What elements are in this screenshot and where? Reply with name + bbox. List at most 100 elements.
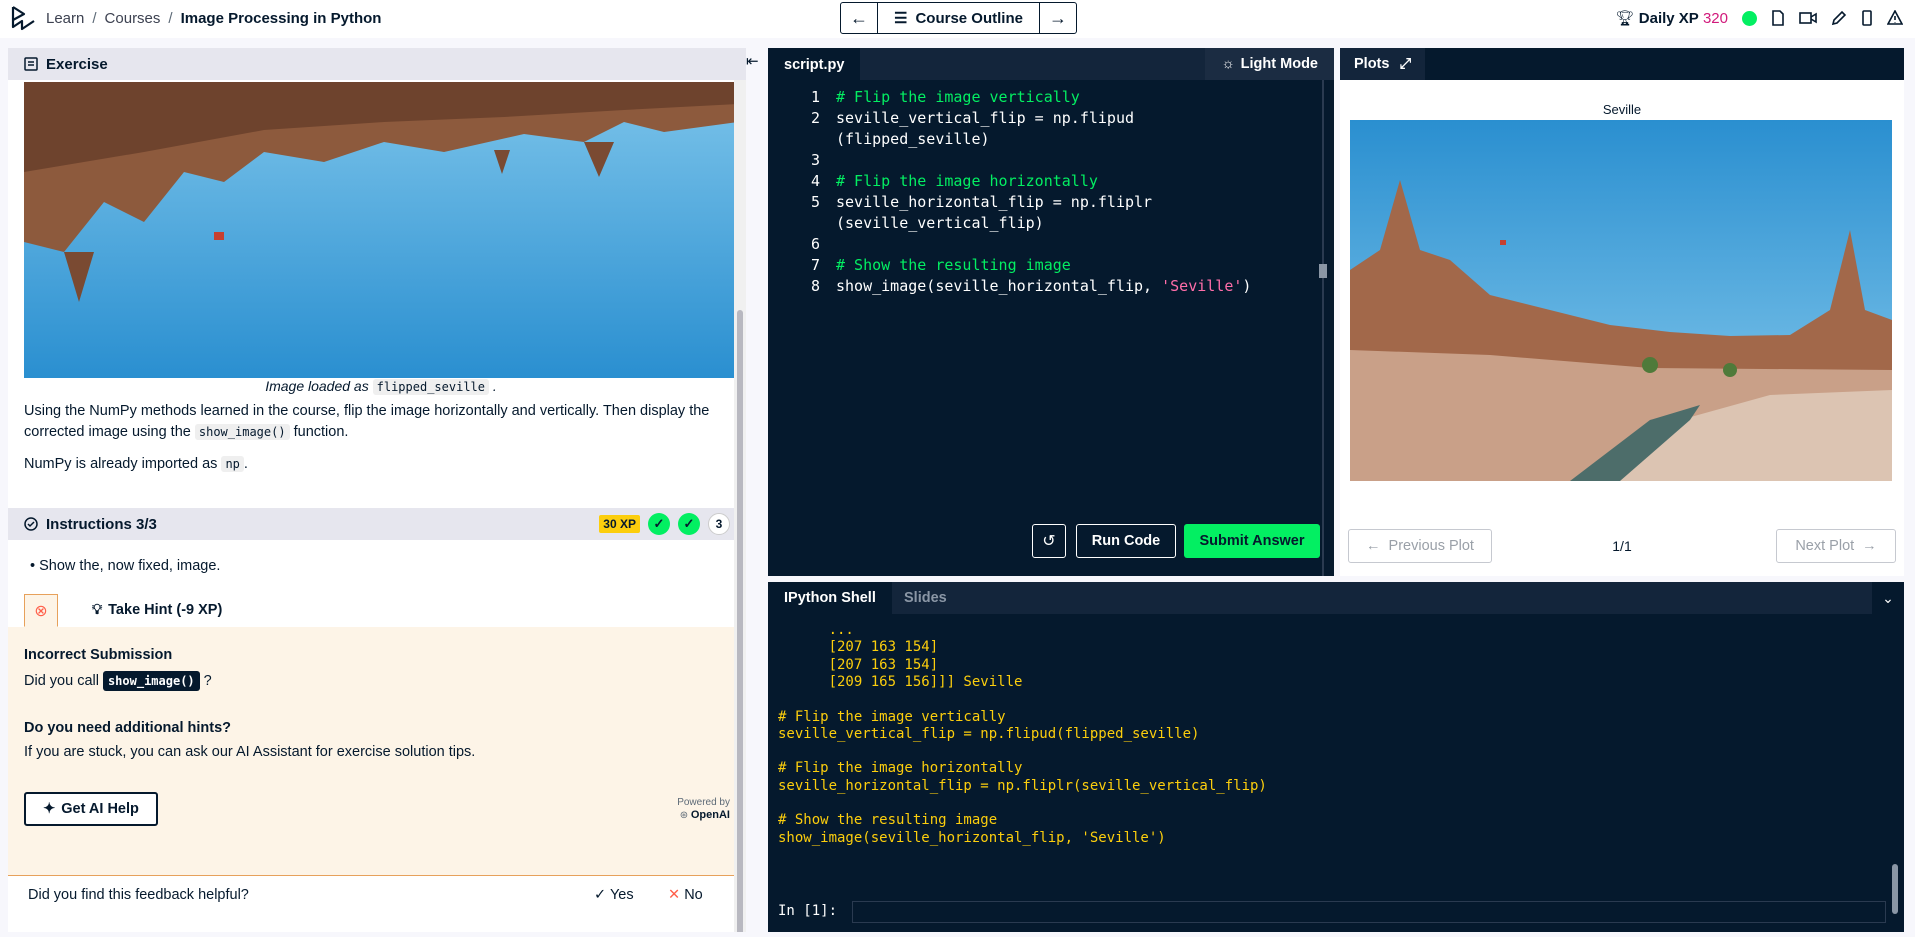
reset-icon: ↺ [1042,533,1056,550]
code-line[interactable]: 1 # Flip the image vertically [768,88,1080,109]
code-line[interactable]: 7 # Show the resulting image [768,256,1071,277]
tab-plots[interactable]: Plots ⤢ [1340,48,1426,80]
check-icon: ✓ [594,887,607,903]
string-literal: 'Seville' [1161,277,1243,295]
expand-icon[interactable]: ⤢ [1399,56,1411,72]
mobile-icon[interactable] [1861,10,1873,26]
shell-line: seville_horizontal_flip = np.fliplr(sevi… [778,777,1267,794]
code-line[interactable]: 4 # Flip the image horizontally [768,172,1098,193]
breadcrumb-current[interactable]: Image Processing in Python [181,10,382,27]
powered-by-openai: Powered by ⊛ OpenAI [677,797,730,821]
streak-dot-icon [1742,10,1757,26]
feedback-no-button[interactable]: ✕ No [668,887,703,903]
pencil-icon[interactable] [1831,10,1847,26]
line-number: 8 [810,277,820,295]
code-text: # Flip the image vertically [836,88,1080,106]
code-text: (flipped_seville) [836,130,990,148]
editor-tabs: script.py ☼ Light Mode [768,48,1334,80]
take-hint-tab[interactable]: 💡︎ Take Hint (-9 XP) [92,602,222,618]
editor-scrollbar[interactable] [1319,80,1327,576]
shell-input[interactable] [852,901,1886,923]
feedback-box: Incorrect Submission Did you call show_i… [8,627,746,876]
plot-title: Seville [1602,102,1642,117]
next-exercise-button[interactable]: → [1040,3,1076,33]
datacamp-logo-icon[interactable] [10,5,36,33]
course-outline-button[interactable]: ☰ Course Outline [877,3,1040,33]
code-line[interactable]: 5 seville_horizontal_flip = np.fliplr [768,193,1152,214]
code-line[interactable]: 2 seville_vertical_flip = np.flipud [768,109,1134,130]
warning-icon[interactable] [1887,10,1903,26]
code-line[interactable]: 6 [768,235,836,256]
line-number: 5 [810,193,820,211]
get-ai-help-button[interactable]: ✦ Get AI Help [24,792,158,826]
ipython-shell: IPython Shell Slides ⌄ ... [207 163 154]… [768,582,1904,932]
code-editor: script.py ☼ Light Mode 1 # Flip the image… [768,48,1334,576]
feedback-question: Did you call show_image() ? [24,671,212,691]
chevron-down-icon[interactable]: ⌄ [1872,582,1904,614]
shell-line: # Flip the image vertically [778,708,1006,725]
shell-line: [207 163 154] [778,656,939,673]
light-mode-toggle[interactable]: ☼ Light Mode [1205,48,1334,80]
code-text: show_image(seville_horizontal_flip, 'Sev… [836,277,1252,295]
code-text: seville_vertical_flip = np.flipud [836,109,1135,127]
submit-answer-button[interactable]: Submit Answer [1184,524,1320,558]
np-code: np [221,456,244,472]
check-circle-icon [24,517,38,531]
feedback-code: show_image() [102,671,200,691]
instruction-item: • Show the, now fixed, image. [30,558,221,574]
shell-line: ... [778,622,854,638]
daily-xp[interactable]: 🏆︎ Daily XP 320 [1616,9,1728,27]
helpful-question: Did you find this feedback helpful? [28,887,249,903]
code-line[interactable]: 8 show_image(seville_horizontal_flip, 'Se… [768,277,1251,298]
line-number: 1 [810,88,820,106]
feedback-title: Incorrect Submission [24,647,173,663]
incorrect-tab-icon[interactable]: ⊗ [24,594,58,627]
shell-line: [209 165 156]]] Seville [778,673,1023,690]
tab-script-py[interactable]: script.py [768,48,861,80]
arrow-left-icon: ← [850,7,868,28]
exercise-scrollbar[interactable] [734,80,746,932]
next-plot-button[interactable]: Next Plot → [1776,529,1896,563]
run-code-button[interactable]: Run Code [1076,524,1176,558]
scrollbar-thumb[interactable] [737,310,743,932]
flipped-seville-image [24,82,738,378]
lightbulb-icon: 💡︎ [92,602,103,618]
feedback-yes-button[interactable]: ✓ Yes [594,887,634,903]
shell-scrollbar[interactable] [1890,618,1900,918]
menu-icon: ☰ [894,10,908,27]
video-icon[interactable] [1799,11,1817,25]
reset-button[interactable]: ↺ [1032,524,1066,558]
step-2-complete-icon[interactable]: ✓ [678,513,700,535]
collapse-panel-icon[interactable]: ⇤ [746,52,759,70]
image-caption: Image loaded as flipped_seville . [265,378,497,395]
sparkle-icon: ✦ [43,801,56,817]
line-number: 7 [810,256,820,274]
show-image-code: show_image() [194,424,290,440]
close-icon: ✕ [668,887,681,903]
instructions-header[interactable]: Instructions 3/3 30 XP ✓ ✓ 3 [8,508,746,540]
top-bar: Learn / Courses / Image Processing in Python… [0,0,1915,38]
line-number: 2 [810,109,820,127]
step-3-indicator[interactable]: 3 [708,513,730,535]
document-icon[interactable] [1771,10,1785,26]
code-line[interactable]: (seville_vertical_flip) [768,214,1044,235]
top-right-tools: 🏆︎ Daily XP 320 [1616,9,1903,27]
exercise-doc-icon [24,57,38,71]
sun-icon: ☼ [1221,56,1235,72]
prev-exercise-button[interactable]: ← [841,3,877,33]
tab-slides[interactable]: Slides [888,582,963,614]
breadcrumb-learn[interactable]: Learn [46,10,84,27]
editor-scrollbar-thumb[interactable] [1319,264,1327,278]
code-line[interactable]: 3 [768,151,836,172]
shell-scrollbar-thumb[interactable] [1892,864,1898,914]
breadcrumb: Learn / Courses / Image Processing in Python [46,10,382,27]
shell-line: # Show the resulting image [778,812,998,829]
step-1-complete-icon[interactable]: ✓ [648,513,670,535]
plots-panel: Plots ⤢ Seville ← Previous Plot 1/1 Next … [1340,48,1904,576]
code-line[interactable]: (flipped_seville) [768,130,990,151]
course-nav: ← ☰ Course Outline → [840,2,1077,34]
exercise-header: Exercise [8,48,746,80]
code-text: (seville_vertical_flip) [836,214,1044,232]
breadcrumb-courses[interactable]: Courses [105,10,161,27]
tab-ipython-shell[interactable]: IPython Shell [768,582,892,614]
